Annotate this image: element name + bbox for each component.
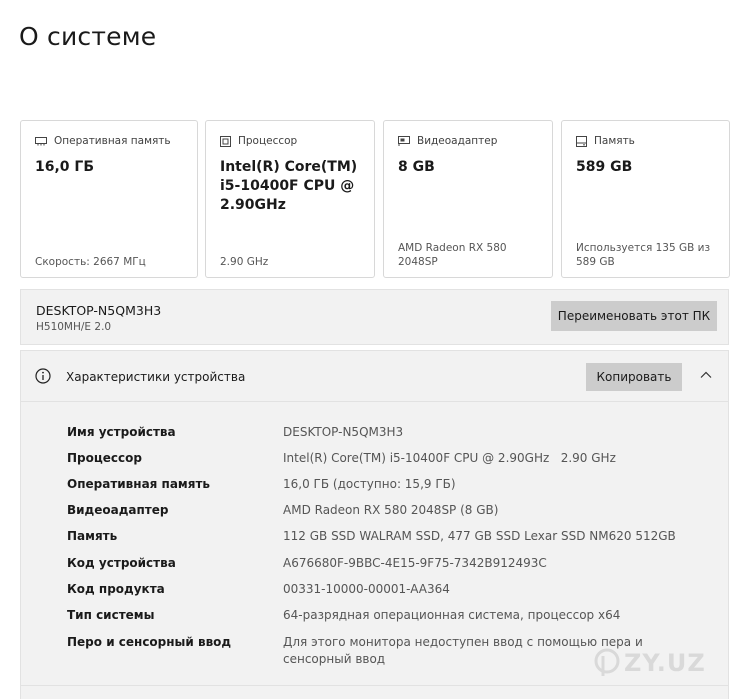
spec-label: Тип системы [67,608,155,622]
spec-value: DESKTOP-N5QM3H3 [283,425,404,439]
graphics-card-icon [398,136,410,146]
device-specs-title: Характеристики устройства [66,370,246,384]
processor-icon [220,135,231,147]
graphics-card: Видеоадаптер 8 GB AMD Radeon RX 580 2048… [383,120,553,278]
spec-label: Имя устройства [67,425,176,439]
rename-pc-button[interactable]: Переименовать этот ПК [551,301,717,331]
spec-value: Intel(R) Core(TM) i5-10400F CPU @ 2.90GH… [283,451,616,465]
device-name: DESKTOP-N5QM3H3 [36,303,162,318]
processor-card-detail: 2.90 GHz [220,256,269,268]
spec-label: Оперативная память [67,477,210,491]
spec-value: A676680F-9BBC-4E15-9F75-7342B912493C [283,556,547,570]
spec-label: Видеоадаптер [67,503,169,517]
copy-button[interactable]: Копировать [586,363,682,391]
processor-card-label: Процессор [238,135,298,147]
memory-icon [35,137,47,146]
memory-card-detail: Скорость: 2667 МГц [35,256,146,268]
device-panel: DESKTOP-N5QM3H3 H510MH/E 2.0 Переименова… [20,289,729,345]
spec-label: Код продукта [67,582,165,596]
device-specs-header[interactable]: Характеристики устройства Копировать [20,350,729,402]
watermark-text: ZY.UZ [624,649,706,677]
graphics-card-detail: AMD Radeon RX 580 2048SP [398,242,507,268]
divider [21,685,728,686]
memory-card: Оперативная память 16,0 ГБ Скорость: 266… [20,120,198,278]
graphics-card-label: Видеоадаптер [417,135,498,147]
spec-value: 16,0 ГБ (доступно: 15,9 ГБ) [283,477,456,491]
info-icon [35,368,51,384]
storage-card: Память 589 GB Используется 135 GB из 589… [561,120,730,278]
spec-value: AMD Radeon RX 580 2048SP (8 GB) [283,503,499,517]
device-model: H510MH/E 2.0 [36,321,112,333]
spec-label: Процессор [67,451,142,465]
processor-card: Процессор Intel(R) Core(TM) i5-10400F CP… [205,120,375,278]
memory-card-label: Оперативная память [54,135,171,147]
storage-card-detail: Используется 135 GB из 589 GB [576,242,711,268]
watermark: ZY.UZ [594,648,706,678]
spec-value: 00331-10000-00001-AA364 [283,582,450,596]
memory-card-value: 16,0 ГБ [35,159,95,175]
processor-card-value: Intel(R) Core(TM) i5-10400F CPU @ 2.90GH… [220,159,358,213]
spec-label: Перо и сенсорный ввод [67,635,232,649]
storage-card-label: Память [594,135,635,147]
page-title: О системе [19,22,157,51]
storage-card-value: 589 GB [576,159,633,175]
watermark-logo-icon [594,648,620,676]
storage-icon [576,135,587,147]
spec-value: 64-разрядная операционная система, проце… [283,608,621,622]
graphics-card-value: 8 GB [398,159,435,175]
spec-label: Память [67,529,118,543]
chevron-up-icon[interactable] [699,368,713,382]
spec-label: Код устройства [67,556,176,570]
spec-value: 112 GB SSD WALRAM SSD, 477 GB SSD Lexar … [283,529,676,543]
